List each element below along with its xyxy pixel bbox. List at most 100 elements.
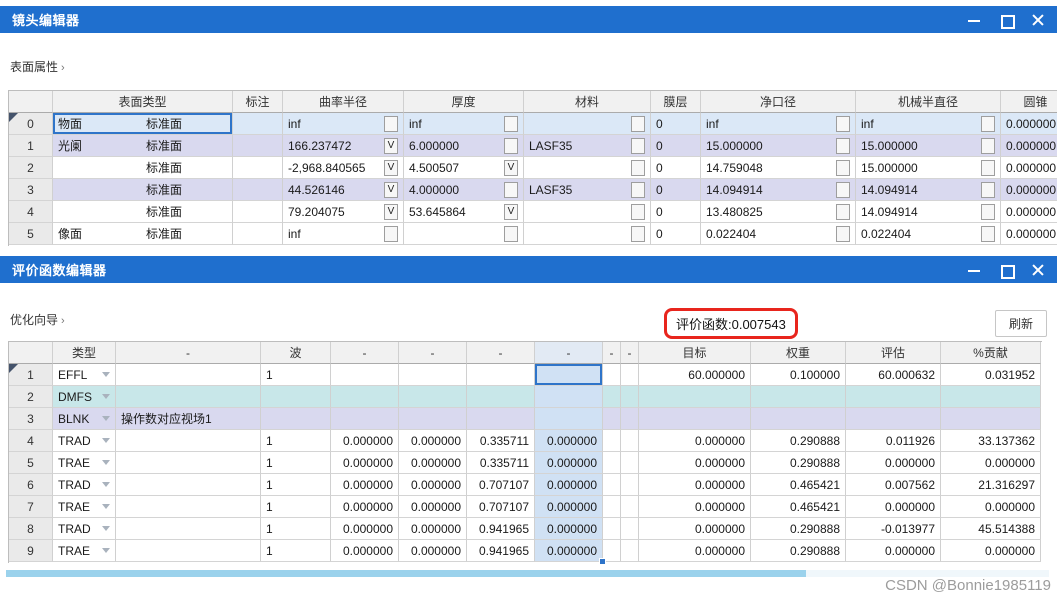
solve-status-button[interactable] xyxy=(981,159,995,176)
solve-status-button[interactable] xyxy=(836,115,850,132)
lens-cell-coating[interactable]: 0 xyxy=(651,223,701,245)
merit-cell-extra2[interactable] xyxy=(621,430,639,452)
merit-cell-param1[interactable] xyxy=(331,364,399,386)
merit-column-header-1[interactable]: 类型 xyxy=(53,342,116,364)
lens-cell-thickness[interactable]: 6.000000 xyxy=(404,135,524,157)
lens-cell-radius[interactable]: 79.204075 V xyxy=(283,201,404,223)
solve-status-button[interactable] xyxy=(504,181,518,198)
merit-cell-param3[interactable]: 0.707107 xyxy=(467,474,535,496)
merit-cell-extra1[interactable] xyxy=(603,452,621,474)
merit-column-header-10[interactable]: 目标 xyxy=(639,342,751,364)
solve-status-button[interactable] xyxy=(504,137,518,154)
lens-column-header-6[interactable]: 膜层 xyxy=(651,91,701,113)
merit-cell-extra2[interactable] xyxy=(621,518,639,540)
merit-column-header-4[interactable]: - xyxy=(331,342,399,364)
merit-cell-wave[interactable] xyxy=(261,408,331,430)
merit-cell-param3[interactable]: 0.941965 xyxy=(467,540,535,562)
merit-cell-param4[interactable] xyxy=(535,364,603,386)
merit-cell-param2[interactable]: 0.000000 xyxy=(399,496,467,518)
merit-cell-comment[interactable] xyxy=(116,496,261,518)
row-header[interactable]: 3 xyxy=(9,179,53,201)
lens-cell-mech-semidia[interactable]: 14.094914 xyxy=(856,179,1001,201)
merit-cell-param2[interactable]: 0.000000 xyxy=(399,474,467,496)
row-header[interactable]: 5 xyxy=(9,223,53,245)
merit-cell-type[interactable]: DMFS xyxy=(53,386,116,408)
lens-cell-thickness[interactable]: 4.000000 xyxy=(404,179,524,201)
lens-column-header-3[interactable]: 曲率半径 xyxy=(283,91,404,113)
merit-cell-weight[interactable]: 0.290888 xyxy=(751,540,846,562)
merit-cell-value[interactable]: 0.000000 xyxy=(846,496,941,518)
lens-cell-material[interactable]: LASF35 xyxy=(524,179,651,201)
merit-cell-type[interactable]: TRAE xyxy=(53,452,116,474)
lens-cell-conic[interactable]: 0.000000 xyxy=(1001,179,1057,201)
solve-status-button[interactable] xyxy=(981,203,995,220)
merit-cell-extra1[interactable] xyxy=(603,518,621,540)
lens-cell-mech-semidia[interactable]: 15.000000 xyxy=(856,135,1001,157)
merit-cell-param2[interactable]: 0.000000 xyxy=(399,452,467,474)
merit-cell-target[interactable] xyxy=(639,408,751,430)
row-header[interactable]: 9 xyxy=(9,540,53,562)
merit-cell-value[interactable]: 0.000000 xyxy=(846,452,941,474)
merit-cell-extra2[interactable] xyxy=(621,408,639,430)
merit-cell-weight[interactable]: 0.465421 xyxy=(751,496,846,518)
merit-cell-param4[interactable] xyxy=(535,386,603,408)
lens-cell-conic[interactable]: 0.000000 xyxy=(1001,223,1057,245)
optimization-wizard-expander[interactable]: 优化向导 › xyxy=(10,311,65,328)
row-header[interactable]: 1 xyxy=(9,135,53,157)
solve-status-button[interactable]: V xyxy=(504,159,518,176)
row-header[interactable]: 4 xyxy=(9,430,53,452)
row-header[interactable]: 5 xyxy=(9,452,53,474)
merit-cell-wave[interactable]: 1 xyxy=(261,474,331,496)
lens-column-header-1[interactable]: 表面类型 xyxy=(53,91,233,113)
lens-cell-clear-semidia[interactable]: 0.022404 xyxy=(701,223,856,245)
merit-cell-param2[interactable]: 0.000000 xyxy=(399,518,467,540)
solve-status-button[interactable] xyxy=(836,203,850,220)
merit-cell-contrib[interactable]: 21.316297 xyxy=(941,474,1041,496)
lens-column-header-0[interactable] xyxy=(9,91,53,113)
merit-cell-comment[interactable] xyxy=(116,518,261,540)
merit-cell-value[interactable] xyxy=(846,386,941,408)
merit-cell-target[interactable]: 0.000000 xyxy=(639,518,751,540)
lens-cell-material[interactable]: LASF35 xyxy=(524,135,651,157)
merit-cell-param4[interactable] xyxy=(535,408,603,430)
merit-cell-target[interactable]: 60.000000 xyxy=(639,364,751,386)
merit-cell-type[interactable]: TRAE xyxy=(53,496,116,518)
lens-cell-comment[interactable] xyxy=(233,201,283,223)
solve-status-button[interactable] xyxy=(836,181,850,198)
lens-cell-material[interactable] xyxy=(524,223,651,245)
merit-cell-param2[interactable] xyxy=(399,364,467,386)
lens-column-header-4[interactable]: 厚度 xyxy=(404,91,524,113)
lens-cell-comment[interactable] xyxy=(233,157,283,179)
merit-column-header-11[interactable]: 权重 xyxy=(751,342,846,364)
merit-cell-param3[interactable] xyxy=(467,364,535,386)
merit-column-header-9[interactable]: - xyxy=(621,342,639,364)
lens-cell-radius[interactable]: inf xyxy=(283,223,404,245)
merit-cell-weight[interactable]: 0.100000 xyxy=(751,364,846,386)
merit-cell-wave[interactable]: 1 xyxy=(261,496,331,518)
merit-column-header-8[interactable]: - xyxy=(603,342,621,364)
merit-cell-param1[interactable]: 0.000000 xyxy=(331,474,399,496)
lens-column-header-7[interactable]: 净口径 xyxy=(701,91,856,113)
merit-cell-wave[interactable]: 1 xyxy=(261,430,331,452)
lens-column-header-8[interactable]: 机械半直径 xyxy=(856,91,1001,113)
merit-column-header-12[interactable]: 评估 xyxy=(846,342,941,364)
row-header[interactable]: 1 xyxy=(9,364,53,386)
solve-status-button[interactable]: V xyxy=(384,137,398,154)
lens-cell-material[interactable] xyxy=(524,113,651,135)
merit-cell-param3[interactable]: 0.335711 xyxy=(467,430,535,452)
surface-properties-expander[interactable]: 表面属性 › xyxy=(10,58,65,75)
lens-cell-mech-semidia[interactable]: 0.022404 xyxy=(856,223,1001,245)
lens-cell-radius[interactable]: 166.237472 V xyxy=(283,135,404,157)
merit-cell-extra2[interactable] xyxy=(621,474,639,496)
merit-cell-wave[interactable]: 1 xyxy=(261,452,331,474)
merit-cell-type[interactable]: BLNK xyxy=(53,408,116,430)
lens-cell-thickness[interactable]: 4.500507 V xyxy=(404,157,524,179)
lens-cell-mech-semidia[interactable]: 15.000000 xyxy=(856,157,1001,179)
merit-cell-param1[interactable] xyxy=(331,386,399,408)
merit-cell-extra1[interactable] xyxy=(603,496,621,518)
lens-cell-mech-semidia[interactable]: 14.094914 xyxy=(856,201,1001,223)
merit-cell-weight[interactable] xyxy=(751,386,846,408)
merit-cell-weight[interactable] xyxy=(751,408,846,430)
merit-cell-value[interactable]: 0.011926 xyxy=(846,430,941,452)
solve-status-button[interactable] xyxy=(384,225,398,242)
